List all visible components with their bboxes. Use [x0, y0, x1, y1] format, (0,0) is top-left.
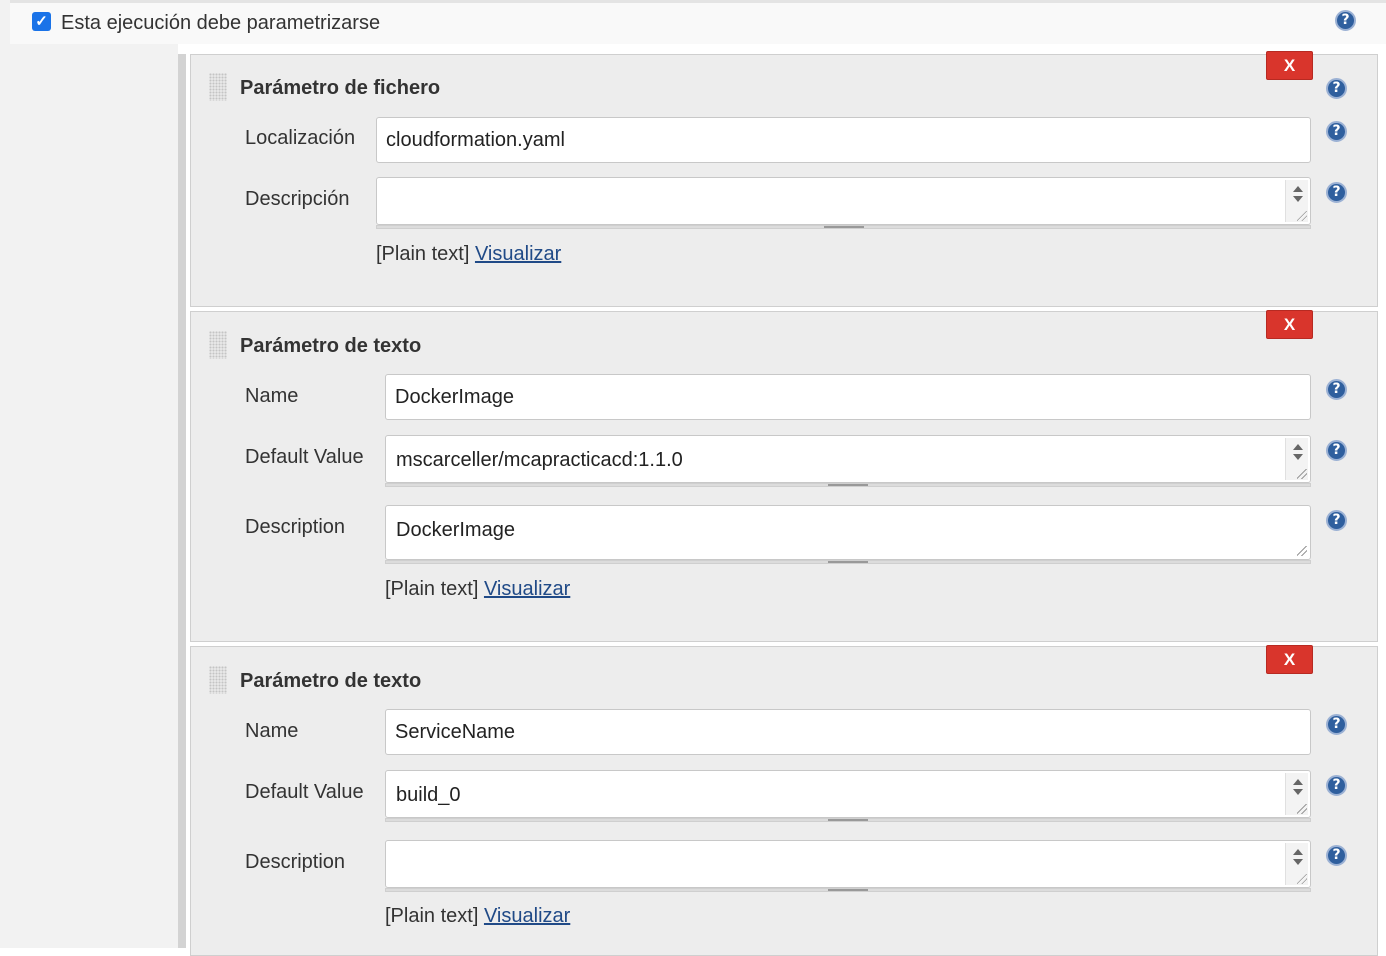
name-input[interactable]: DockerImage	[385, 374, 1311, 420]
help-icon[interactable]: ?	[1326, 182, 1347, 203]
textarea-expand-bar[interactable]	[385, 818, 1311, 822]
description-value: DockerImage	[396, 519, 515, 541]
drag-handle-icon[interactable]	[209, 666, 227, 694]
name-label: Name	[245, 720, 299, 742]
format-label: [Plain text]	[376, 243, 470, 265]
format-row: [Plain text] Visualizar	[376, 243, 561, 266]
help-icon[interactable]: ?	[1326, 510, 1347, 531]
format-label: [Plain text]	[385, 905, 479, 927]
description-label: Description	[245, 851, 346, 873]
drag-handle-icon[interactable]	[209, 331, 227, 359]
delete-button[interactable]: X	[1266, 310, 1313, 339]
resize-grip-icon[interactable]	[1297, 546, 1307, 556]
parametrize-checkbox[interactable]: ✓	[32, 12, 51, 31]
default-value-label: Default Value	[245, 781, 364, 803]
left-strip	[0, 0, 10, 948]
help-icon[interactable]: ?	[1326, 845, 1347, 866]
format-row: [Plain text] Visualizar	[385, 905, 570, 928]
block-title: Parámetro de fichero	[240, 77, 441, 99]
name-input[interactable]: ServiceName	[385, 709, 1311, 755]
textarea-expand-bar[interactable]	[376, 225, 1311, 229]
preview-link[interactable]: Visualizar	[484, 905, 570, 927]
parametrize-row: ✓ Esta ejecución debe parametrizarse ?	[10, 3, 1386, 44]
help-icon[interactable]: ?	[1326, 78, 1347, 99]
help-icon[interactable]: ?	[1326, 440, 1347, 461]
preview-link[interactable]: Visualizar	[484, 578, 570, 600]
default-value-textarea[interactable]: build_0	[385, 770, 1311, 818]
textarea-expand-bar[interactable]	[385, 483, 1311, 487]
default-value-value: build_0	[396, 784, 461, 806]
help-icon[interactable]: ?	[1326, 714, 1347, 735]
resize-grip-icon[interactable]	[1297, 469, 1307, 479]
location-label: Localización	[245, 127, 356, 149]
default-value-textarea[interactable]: mscarceller/mcapracticacd:1.1.0	[385, 435, 1311, 483]
file-parameter-block: Parámetro de fichero X ? Localización cl…	[190, 51, 1378, 307]
block-title: Parámetro de texto	[240, 335, 422, 357]
resize-grip-icon[interactable]	[1297, 211, 1307, 221]
textarea-expand-bar[interactable]	[385, 560, 1311, 564]
name-label: Name	[245, 385, 299, 407]
resize-grip-icon[interactable]	[1297, 804, 1307, 814]
text-parameter-block: Parámetro de texto X Name DockerImage ? …	[190, 310, 1378, 642]
format-label: [Plain text]	[385, 578, 479, 600]
resize-grip-icon[interactable]	[1297, 874, 1307, 884]
block-title: Parámetro de texto	[240, 670, 422, 692]
default-value-label: Default Value	[245, 446, 364, 468]
indent-area	[10, 44, 178, 948]
description-label: Descripción	[245, 188, 350, 210]
preview-link[interactable]: Visualizar	[475, 243, 561, 265]
default-value-value: mscarceller/mcapracticacd:1.1.0	[396, 449, 683, 471]
parametrize-label: Esta ejecución debe parametrizarse	[61, 12, 381, 34]
description-textarea[interactable]	[376, 177, 1311, 225]
help-icon[interactable]: ?	[1326, 121, 1347, 142]
text-parameter-block: Parámetro de texto X Name ServiceName ? …	[190, 645, 1378, 956]
delete-button[interactable]: X	[1266, 645, 1313, 674]
description-textarea[interactable]	[385, 840, 1311, 888]
description-textarea[interactable]: DockerImage	[385, 505, 1311, 560]
help-icon[interactable]: ?	[1335, 10, 1356, 31]
drag-handle-icon[interactable]	[209, 73, 227, 101]
delete-button[interactable]: X	[1266, 51, 1313, 80]
format-row: [Plain text] Visualizar	[385, 578, 570, 601]
description-label: Description	[245, 516, 346, 538]
indent-bar	[178, 54, 186, 948]
help-icon[interactable]: ?	[1326, 775, 1347, 796]
textarea-expand-bar[interactable]	[385, 888, 1311, 892]
location-input[interactable]: cloudformation.yaml	[376, 117, 1311, 163]
help-icon[interactable]: ?	[1326, 379, 1347, 400]
